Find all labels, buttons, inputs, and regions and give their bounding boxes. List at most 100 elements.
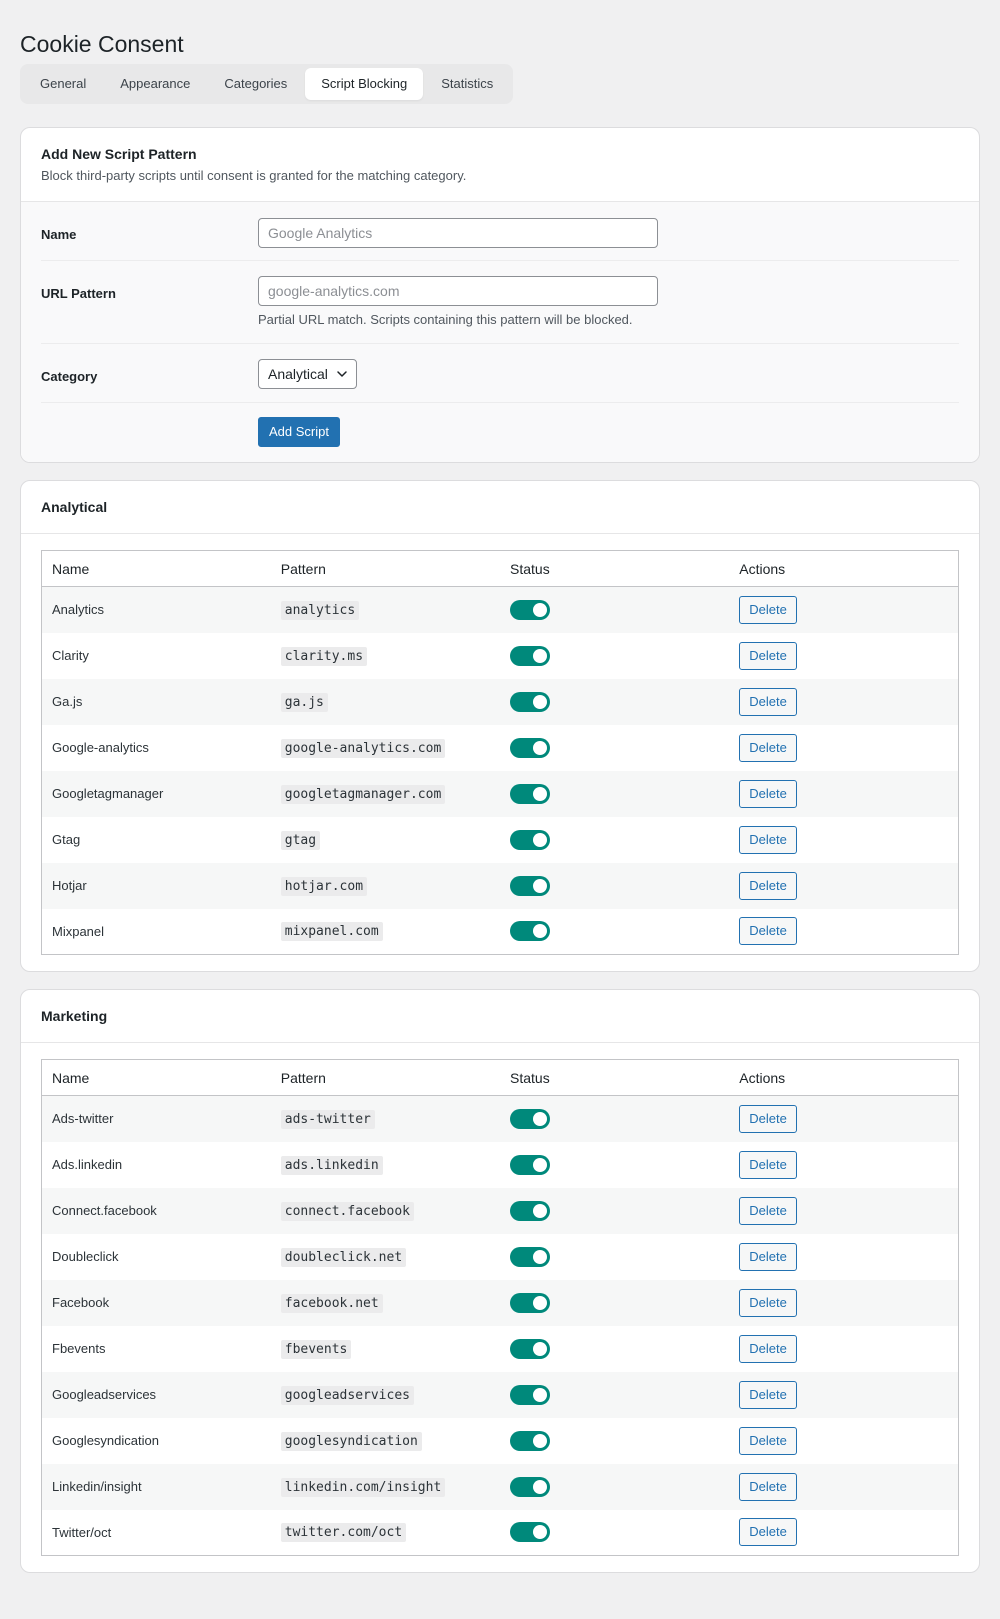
delete-button[interactable]: Delete: [739, 1426, 797, 1455]
delete-button[interactable]: Delete: [739, 1472, 797, 1501]
toggle-knob: [533, 648, 547, 663]
tab-bar: General Appearance Categories Script Blo…: [20, 64, 514, 104]
delete-button[interactable]: Delete: [739, 779, 797, 808]
delete-button[interactable]: Delete: [739, 917, 797, 946]
script-pattern-cell: connect.facebook: [270, 1187, 500, 1234]
delete-button[interactable]: Delete: [739, 1518, 797, 1547]
tab-appearance[interactable]: Appearance: [104, 68, 206, 100]
script-pattern: fbevents: [280, 1339, 352, 1359]
scripts-table-marketing: Name Pattern Status Actions Ads-twitter …: [41, 1059, 959, 1556]
table-row: Ads.linkedin ads.linkedin Delete: [42, 1142, 959, 1188]
status-toggle[interactable]: [510, 1384, 550, 1405]
delete-button[interactable]: Delete: [739, 641, 797, 670]
script-pattern-cell: analytics: [270, 586, 500, 633]
script-name: Doubleclick: [52, 1249, 119, 1264]
tab-statistics[interactable]: Statistics: [425, 68, 509, 100]
script-status-cell: [500, 1326, 729, 1372]
script-pattern: twitter.com/oct: [280, 1523, 407, 1543]
script-pattern-cell: mixpanel.com: [271, 909, 500, 955]
status-toggle[interactable]: [510, 875, 550, 896]
script-pattern-cell: ads-twitter: [270, 1095, 500, 1142]
status-toggle[interactable]: [510, 737, 550, 758]
toggle-knob: [533, 694, 547, 709]
script-name: Connect.facebook: [41, 1187, 271, 1234]
table-row: Doubleclick doubleclick.net Delete: [42, 1234, 959, 1280]
group-title-marketing: Marketing: [41, 1008, 108, 1024]
form-row-name: Name: [41, 202, 959, 261]
status-toggle[interactable]: [510, 1154, 550, 1175]
status-toggle[interactable]: [510, 1246, 550, 1267]
status-toggle[interactable]: [510, 691, 550, 712]
table-row: Twitter/oct twitter.com/oct Delete: [42, 1510, 959, 1556]
status-toggle[interactable]: [510, 1292, 550, 1313]
column-header-pattern: Pattern: [270, 550, 500, 587]
table-row: Googletagmanager googletagmanager.com De…: [41, 770, 959, 817]
status-toggle[interactable]: [510, 599, 550, 620]
script-status-cell: [500, 1418, 729, 1464]
delete-button[interactable]: Delete: [739, 595, 797, 624]
script-status-cell: [500, 1279, 730, 1326]
status-toggle[interactable]: [510, 829, 550, 850]
delete-button[interactable]: Delete: [739, 825, 797, 854]
status-toggle[interactable]: [510, 1108, 550, 1129]
status-toggle[interactable]: [510, 1338, 550, 1359]
table-row: Mixpanel mixpanel.com Delete: [42, 909, 959, 955]
script-name: Googletagmanager: [41, 770, 271, 817]
status-toggle[interactable]: [510, 783, 550, 804]
script-status-cell: [500, 678, 730, 725]
status-toggle[interactable]: [510, 1430, 550, 1451]
url-pattern-input[interactable]: [258, 276, 658, 306]
script-actions-cell: Delete: [729, 1510, 958, 1556]
add-script-button[interactable]: Add Script: [258, 417, 340, 447]
script-pattern-cell: ga.js: [270, 678, 500, 725]
delete-button[interactable]: Delete: [739, 687, 797, 716]
group-table-wrapper-analytical: Name Pattern Status Actions Analytics an…: [21, 534, 979, 971]
status-toggle[interactable]: [510, 1476, 550, 1497]
script-actions-cell: Delete: [729, 1142, 958, 1188]
script-pattern: ads-twitter: [280, 1109, 375, 1129]
delete-button[interactable]: Delete: [739, 1288, 797, 1317]
tab-categories[interactable]: Categories: [208, 68, 303, 100]
url-field-wrapper: Partial URL match. Scripts containing th…: [258, 276, 959, 327]
delete-button[interactable]: Delete: [739, 1104, 797, 1133]
tab-script-blocking[interactable]: Script Blocking: [305, 68, 424, 100]
toggle-knob: [533, 1157, 547, 1172]
script-status-cell: [500, 725, 729, 771]
delete-button[interactable]: Delete: [739, 1380, 797, 1409]
script-pattern-cell: google-analytics.com: [271, 725, 500, 771]
column-header-name: Name: [41, 1059, 271, 1096]
status-toggle[interactable]: [510, 645, 550, 666]
delete-button[interactable]: Delete: [739, 1334, 797, 1363]
name-input[interactable]: [258, 218, 658, 248]
script-actions-cell: Delete: [729, 817, 958, 863]
script-status-cell: [500, 862, 730, 909]
delete-button[interactable]: Delete: [739, 871, 797, 900]
script-pattern: googleadservices: [280, 1385, 414, 1405]
add-script-card-header: Add New Script Pattern Block third-party…: [21, 128, 979, 202]
delete-button[interactable]: Delete: [739, 733, 797, 762]
script-status-cell: [500, 1187, 730, 1234]
script-name: Linkedin/insight: [41, 1463, 271, 1510]
script-pattern-cell: fbevents: [271, 1326, 500, 1372]
script-status-cell: [500, 1142, 729, 1188]
script-name: Analytics: [41, 586, 271, 633]
script-actions-cell: Delete: [729, 1418, 958, 1464]
tab-general[interactable]: General: [24, 68, 102, 100]
status-toggle[interactable]: [510, 921, 550, 942]
script-name: Clarity: [52, 648, 89, 663]
category-select[interactable]: Analytical: [258, 359, 357, 389]
add-script-card: Add New Script Pattern Block third-party…: [20, 127, 980, 463]
script-pattern-cell: twitter.com/oct: [271, 1510, 500, 1556]
script-status-cell: [500, 1371, 730, 1418]
delete-button[interactable]: Delete: [739, 1150, 797, 1179]
form-row-submit: Add Script: [41, 403, 959, 462]
script-actions-cell: Delete: [729, 1371, 959, 1418]
script-pattern-cell: gtag: [271, 817, 500, 863]
delete-button[interactable]: Delete: [739, 1242, 797, 1271]
delete-button[interactable]: Delete: [739, 1196, 797, 1225]
status-toggle[interactable]: [510, 1200, 550, 1221]
column-header-status: Status: [500, 1059, 730, 1096]
script-status-cell: [500, 1234, 729, 1280]
status-toggle[interactable]: [510, 1522, 550, 1543]
script-actions-cell: Delete: [729, 586, 959, 633]
